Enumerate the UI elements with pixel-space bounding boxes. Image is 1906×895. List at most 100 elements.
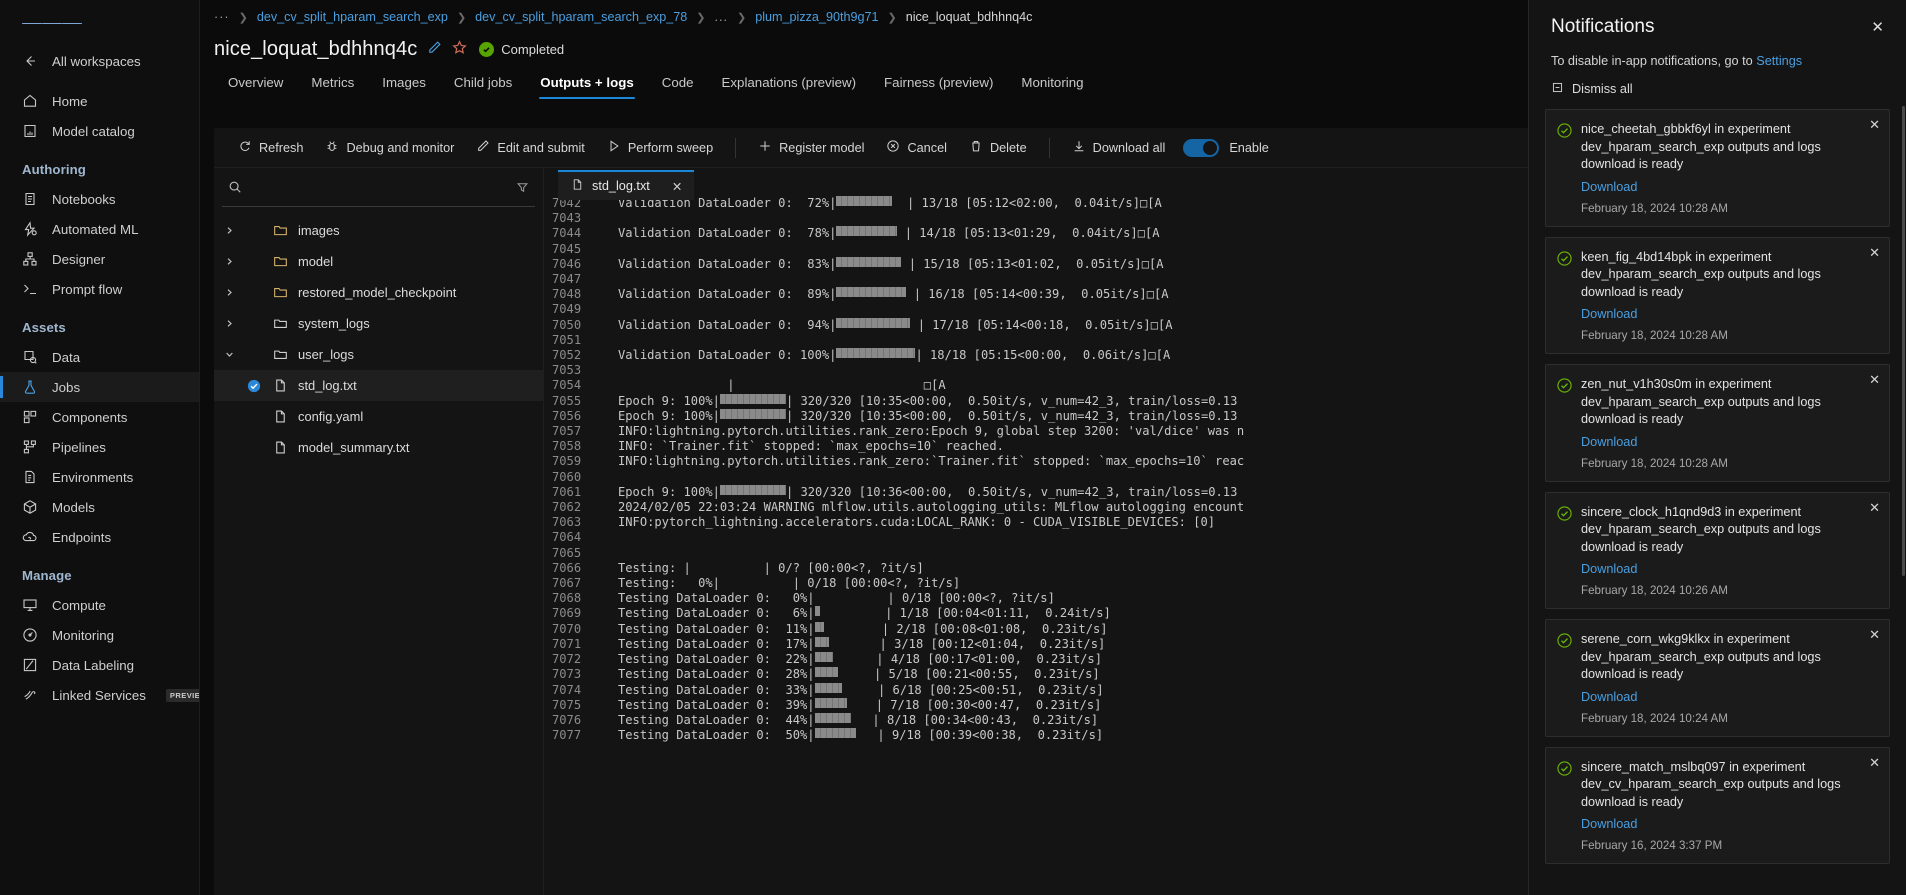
notification-timestamp: February 18, 2024 10:26 AM [1581, 584, 1728, 597]
log-line-text [600, 470, 618, 485]
close-icon[interactable]: ✕ [1869, 373, 1880, 386]
sidebar-item-jobs[interactable]: Jobs [0, 372, 199, 402]
tab-child-jobs[interactable]: Child jobs [440, 75, 526, 99]
breadcrumb-item[interactable]: plum_pizza_90th9g71 [755, 10, 878, 24]
sidebar-item-environments[interactable]: Environments [0, 462, 199, 492]
sidebar-item-linked-services[interactable]: Linked Services PREVIEW [0, 680, 199, 710]
enable-toggle[interactable] [1183, 138, 1220, 157]
log-line-text-tail: | 6/18 [00:25<00:51, 0.23it/s] [841, 682, 1104, 697]
tab-fairness[interactable]: Fairness (preview) [870, 75, 1007, 99]
sidebar-back-all-workspaces[interactable]: All workspaces [0, 46, 199, 76]
chevron-right-icon[interactable] [222, 226, 236, 235]
perform-sweep-button[interactable]: Perform sweep [597, 134, 723, 161]
file-tab-std-log-txt[interactable]: std_log.txt ✕ [558, 170, 695, 200]
download-all-button[interactable]: Download all [1062, 134, 1176, 161]
search-input[interactable] [250, 181, 508, 198]
register-model-button[interactable]: Register model [748, 134, 874, 161]
close-icon[interactable]: ✕ [1869, 118, 1880, 131]
breadcrumb-overflow[interactable]: ··· [214, 10, 230, 24]
download-icon [1072, 139, 1086, 156]
log-line-number: 7076 [552, 712, 582, 727]
tab-code[interactable]: Code [648, 75, 708, 99]
close-icon[interactable]: ✕ [1869, 501, 1880, 514]
star-icon[interactable] [452, 39, 468, 60]
tab-overview[interactable]: Overview [214, 75, 297, 99]
sidebar-item-data[interactable]: Data [0, 342, 199, 372]
chevron-right-icon[interactable] [222, 257, 236, 266]
chevron-down-icon[interactable] [222, 350, 236, 359]
file-search-box[interactable] [222, 173, 535, 207]
notification-download-link[interactable]: Download [1581, 690, 1861, 704]
close-icon[interactable]: ✕ [672, 179, 682, 194]
tab-images[interactable]: Images [368, 75, 440, 99]
settings-link[interactable]: Settings [1756, 54, 1802, 68]
sidebar-item-components[interactable]: Components [0, 402, 199, 432]
notification-timestamp: February 18, 2024 10:28 AM [1581, 456, 1728, 470]
tree-node-model-summary-txt[interactable]: model_summary.txt [214, 432, 543, 463]
tree-checkbox-checked[interactable] [245, 379, 263, 393]
delete-button[interactable]: Delete [959, 134, 1037, 161]
tree-node-images[interactable]: images [214, 215, 543, 246]
close-icon[interactable]: ✕ [1869, 756, 1880, 769]
tree-node-std-log-txt[interactable]: std_log.txt [214, 370, 543, 401]
close-icon[interactable]: ✕ [1865, 14, 1890, 40]
tree-node-config-yaml[interactable]: config.yaml [214, 401, 543, 432]
log-line-number: 7057 [552, 424, 582, 439]
tree-node-label: images [298, 223, 340, 238]
dismiss-all-button[interactable]: Dismiss all [1529, 68, 1906, 109]
log-line-text: 2024/02/05 22:03:24 WARNING mlflow.utils… [618, 500, 1245, 515]
log-line-number: 7049 [552, 302, 582, 317]
refresh-button[interactable]: Refresh [228, 134, 313, 161]
filter-icon[interactable] [516, 181, 529, 199]
close-icon[interactable]: ✕ [1869, 246, 1880, 259]
edit-and-submit-button[interactable]: Edit and submit [466, 134, 594, 161]
tab-explanations[interactable]: Explanations (preview) [708, 75, 871, 99]
sidebar-item-models[interactable]: Models [0, 492, 199, 522]
tab-outputs-logs[interactable]: Outputs + logs [526, 75, 647, 99]
notification-download-link[interactable]: Download [1581, 562, 1861, 576]
sidebar-item-compute[interactable]: Compute [0, 590, 199, 620]
tree-node-user-logs[interactable]: user_logs [214, 339, 543, 370]
hamburger-icon[interactable] [0, 0, 199, 42]
debug-and-monitor-button[interactable]: Debug and monitor [315, 134, 464, 161]
notification-download-link[interactable]: Download [1581, 817, 1861, 831]
dismiss-icon [1551, 81, 1564, 97]
sidebar-item-monitoring[interactable]: Monitoring [0, 620, 199, 650]
tree-node-system-logs[interactable]: system_logs [214, 308, 543, 339]
notification-download-link[interactable]: Download [1581, 435, 1861, 449]
sidebar-item-data-labeling[interactable]: Data Labeling [0, 650, 199, 680]
tab-metrics[interactable]: Metrics [297, 75, 368, 99]
notification-download-link[interactable]: Download [1581, 180, 1861, 194]
cancel-button[interactable]: Cancel [876, 134, 957, 161]
sidebar-item-pipelines[interactable]: Pipelines [0, 432, 199, 462]
sidebar-item-designer[interactable]: Designer [0, 244, 199, 274]
chevron-right-icon[interactable] [222, 319, 236, 328]
sidebar-item-notebooks[interactable]: Notebooks [0, 184, 199, 214]
tab-monitoring[interactable]: Monitoring [1007, 75, 1097, 99]
close-icon[interactable]: ✕ [1869, 628, 1880, 641]
chevron-right-icon[interactable] [222, 288, 236, 297]
sidebar-section-assets: Assets [22, 320, 66, 335]
log-line-text: Validation DataLoader 0: 89%| [618, 287, 837, 302]
breadcrumb-item[interactable]: dev_cv_split_hparam_search_exp [257, 10, 448, 24]
tree-node-label: config.yaml [298, 409, 364, 424]
sidebar-item-home[interactable]: Home [0, 86, 199, 116]
notification-download-link[interactable]: Download [1581, 307, 1861, 321]
notifications-scrollbar[interactable] [1902, 106, 1905, 576]
log-line-text-tail: | 320/320 [10:35<00:00, 0.50it/s, v_num=… [785, 393, 1238, 408]
file-icon [571, 178, 584, 194]
log-line-text: Testing DataLoader 0: 50%| [618, 728, 815, 743]
tree-node-model[interactable]: model [214, 246, 543, 277]
breadcrumb-item[interactable]: ... [715, 10, 729, 24]
sidebar-item-model-catalog[interactable]: Model catalog [0, 116, 199, 146]
log-line-number: 7077 [552, 728, 582, 743]
tree-node-restored-model-checkpoint[interactable]: restored_model_checkpoint [214, 277, 543, 308]
notification-message: zen_nut_v1h30s0m in experiment dev_hpara… [1581, 377, 1821, 426]
sidebar-item-prompt-flow[interactable]: Prompt flow [0, 274, 199, 304]
sidebar-item-endpoints[interactable]: Endpoints [0, 522, 199, 552]
sidebar-item-automated-ml[interactable]: Automated ML [0, 214, 199, 244]
log-line-text: | □[A [618, 378, 946, 393]
pencil-icon[interactable] [427, 40, 442, 60]
breadcrumb-item[interactable]: dev_cv_split_hparam_search_exp_78 [475, 10, 687, 24]
bug-icon [325, 139, 339, 156]
